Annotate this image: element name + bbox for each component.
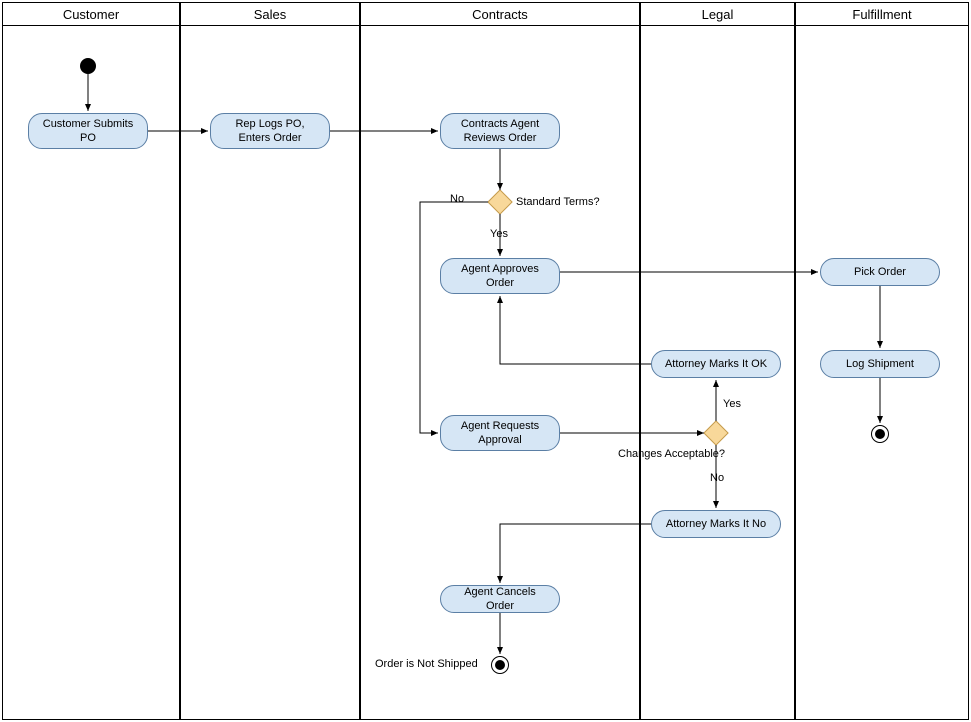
activity-label: Pick Order [854,265,906,279]
activity-label: Agent Cancels Order [449,585,551,614]
initial-node [80,58,96,74]
swimlane-header-legal: Legal [640,2,795,26]
final-node-fulfillment [871,425,889,443]
swimlane-diagram: Customer Sales Contracts Legal Fulfillme… [0,0,971,722]
swimlane-label: Fulfillment [852,7,911,22]
activity-pick-order: Pick Order [820,258,940,286]
label-no: No [710,472,724,484]
swimlane-label: Contracts [472,7,528,22]
swimlane-label: Customer [63,7,119,22]
activity-cancels-order: Agent Cancels Order [440,585,560,613]
activity-label: Log Shipment [846,357,914,371]
label-yes: Yes [490,228,508,240]
swimlane-header-fulfillment: Fulfillment [795,2,969,26]
decision-label: Changes Acceptable? [618,448,725,460]
activity-rep-logs: Rep Logs PO, Enters Order [210,113,330,149]
activity-customer-submits: Customer Submits PO [28,113,148,149]
activity-requests-approval: Agent Requests Approval [440,415,560,451]
swimlane-label: Sales [254,7,287,22]
activity-label: Attorney Marks It No [666,517,766,531]
activity-label: Rep Logs PO, Enters Order [219,117,321,146]
label-yes: Yes [723,398,741,410]
decision-label: Standard Terms? [516,196,600,208]
activity-label: Customer Submits PO [37,117,139,146]
swimlane-header-contracts: Contracts [360,2,640,26]
swimlane-label: Legal [702,7,734,22]
swimlane-header-sales: Sales [180,2,360,26]
final-node-not-shipped [491,656,509,674]
activity-reviews-order: Contracts Agent Reviews Order [440,113,560,149]
label-not-shipped: Order is Not Shipped [375,658,478,670]
activity-approves-order: Agent Approves Order [440,258,560,294]
activity-log-shipment: Log Shipment [820,350,940,378]
activity-label: Contracts Agent Reviews Order [449,117,551,146]
activity-marks-ok: Attorney Marks It OK [651,350,781,378]
activity-label: Agent Approves Order [449,262,551,291]
swimlane-header-customer: Customer [2,2,180,26]
activity-marks-no: Attorney Marks It No [651,510,781,538]
label-no: No [450,193,464,205]
activity-label: Agent Requests Approval [449,419,551,448]
activity-label: Attorney Marks It OK [665,357,767,371]
